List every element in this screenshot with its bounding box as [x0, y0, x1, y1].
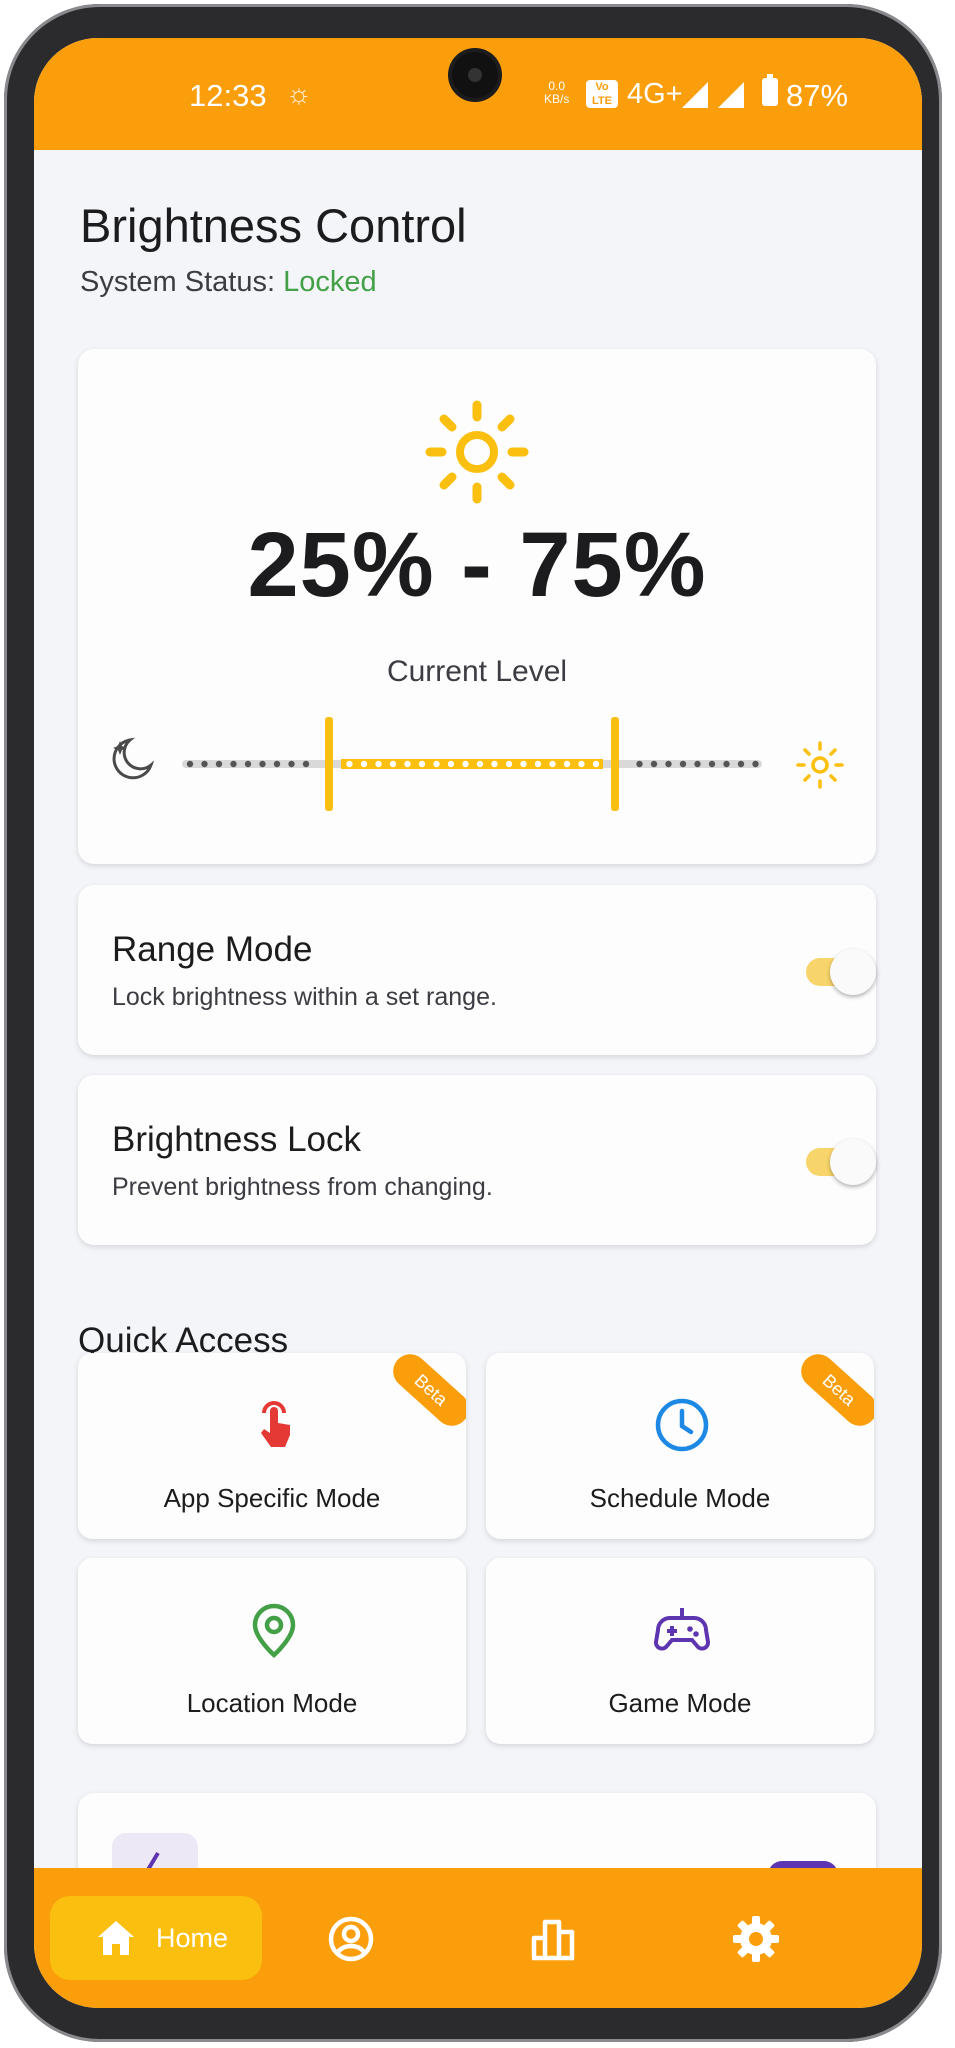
- slider-tick: [563, 760, 571, 768]
- brightness-card: 25% - 75% Current Level: [78, 349, 876, 864]
- signal-icon-2: [718, 82, 744, 108]
- gamepad-icon: [654, 1608, 710, 1651]
- slider-tick: [273, 760, 281, 768]
- slider-tick: [752, 760, 759, 768]
- slider-tick: [592, 760, 600, 768]
- network-type: 4G+: [627, 78, 683, 110]
- settings-icon: [733, 1916, 779, 1962]
- slider-tick: [375, 760, 382, 768]
- tile-label: Game Mode: [608, 1688, 752, 1718]
- battery-icon: [762, 74, 778, 106]
- slider-tick: [679, 760, 687, 768]
- toggle-knob: [830, 949, 876, 995]
- brightness-range-slider[interactable]: [78, 709, 876, 819]
- slider-max-handle[interactable]: [611, 717, 619, 811]
- slider-tick: [302, 760, 310, 768]
- screen: 12:33 ☼ 0.0 KB/s Vo LTE 4G+ 87% Brightne…: [34, 38, 922, 2008]
- slider-tick: [578, 760, 585, 768]
- range-mode-card: Range Mode Lock brightness within a set …: [78, 885, 876, 1055]
- volte-icon: Vo LTE: [586, 80, 618, 108]
- slider-tick: [346, 760, 353, 768]
- slider-min-handle[interactable]: [325, 717, 333, 811]
- range-mode-toggle[interactable]: [806, 949, 876, 995]
- slider-tick: [418, 760, 426, 768]
- nav-home-label: Home: [156, 1923, 229, 1953]
- bottom-nav: Home: [34, 1868, 922, 2008]
- brightness-lock-title: Brightness Lock: [112, 1120, 362, 1159]
- slider-tick: [288, 760, 295, 768]
- nav-settings[interactable]: [731, 1914, 781, 1964]
- battery-percent: 87%: [786, 78, 849, 113]
- tile-label: Schedule Mode: [589, 1483, 771, 1513]
- beta-badge: Beta: [386, 1353, 466, 1433]
- slider-tick: [549, 760, 556, 768]
- slider-tick: [636, 760, 643, 768]
- range-mode-title: Range Mode: [112, 930, 313, 969]
- slider-tick: [230, 760, 237, 768]
- tile-label: Location Mode: [186, 1688, 358, 1718]
- app-specific-mode-tile[interactable]: Beta App Specific Mode: [78, 1353, 466, 1539]
- nav-stats[interactable]: [528, 1914, 578, 1964]
- game-mode-tile[interactable]: Game Mode: [486, 1558, 874, 1744]
- location-pin-icon: [252, 1603, 296, 1658]
- slider-tick: [433, 760, 440, 768]
- home-icon: [98, 1921, 134, 1955]
- slider-tick: [360, 760, 368, 768]
- system-status-value: Locked: [283, 266, 377, 298]
- brightness-lock-card: Brightness Lock Prevent brightness from …: [78, 1075, 876, 1245]
- slider-tick: [505, 760, 513, 768]
- toggle-knob: [830, 1139, 876, 1185]
- brightness-lock-toggle[interactable]: [806, 1139, 876, 1185]
- range-mode-subtitle: Lock brightness within a set range.: [112, 983, 497, 1011]
- slider-tick: [737, 760, 745, 768]
- status-time: 12:33: [189, 78, 267, 113]
- status-bar: 12:33 ☼ 0.0 KB/s Vo LTE 4G+ 87%: [34, 38, 922, 150]
- brightness-caption: Current Level: [386, 655, 568, 688]
- location-mode-tile[interactable]: Location Mode: [78, 1558, 466, 1744]
- slider-tick: [723, 760, 730, 768]
- slider-tick: [665, 760, 672, 768]
- signal-icon: [682, 82, 708, 108]
- slider-tick: [186, 760, 194, 768]
- slider-tick: [650, 760, 658, 768]
- beta-badge: Beta: [794, 1353, 874, 1433]
- clock-icon: [655, 1398, 709, 1452]
- front-camera: [452, 52, 498, 98]
- bright-sun-icon: [796, 741, 844, 789]
- slider-tick: [404, 760, 411, 768]
- slider-tick: [215, 760, 223, 768]
- net-speed: 0.0 KB/s: [544, 79, 570, 106]
- slider-tick: [520, 760, 527, 768]
- profile-icon: [328, 1916, 374, 1962]
- tile-label: App Specific Mode: [163, 1483, 381, 1513]
- slider-tick: [491, 760, 498, 768]
- slider-tick: [694, 760, 701, 768]
- slider-tick: [244, 760, 252, 768]
- brightness-lock-subtitle: Prevent brightness from changing.: [112, 1173, 493, 1201]
- phone-frame: 12:33 ☼ 0.0 KB/s Vo LTE 4G+ 87% Brightne…: [4, 4, 942, 2042]
- dim-moon-icon: [112, 737, 155, 780]
- stats-icon: [531, 1919, 575, 1961]
- nav-profile[interactable]: [326, 1914, 376, 1964]
- slider-tick: [201, 760, 208, 768]
- nav-home[interactable]: Home: [50, 1896, 262, 1980]
- schedule-mode-tile[interactable]: Beta Schedule Mode: [486, 1353, 874, 1539]
- brightness-status-icon: ☼: [286, 78, 312, 109]
- slider-tick: [389, 760, 397, 768]
- slider-tick: [447, 760, 455, 768]
- page-title: Brightness Control: [80, 199, 467, 252]
- tap-hand-icon: [261, 1401, 290, 1447]
- slider-tick: [462, 760, 469, 768]
- slider-tick: [476, 760, 484, 768]
- brightness-level: 25% - 75%: [247, 514, 707, 616]
- slider-tick: [534, 760, 542, 768]
- system-status-label: System Status:: [80, 266, 276, 298]
- slider-tick: [708, 760, 716, 768]
- sun-icon: [425, 400, 529, 504]
- slider-tick: [259, 760, 266, 768]
- system-status: System Status: Locked: [80, 266, 377, 299]
